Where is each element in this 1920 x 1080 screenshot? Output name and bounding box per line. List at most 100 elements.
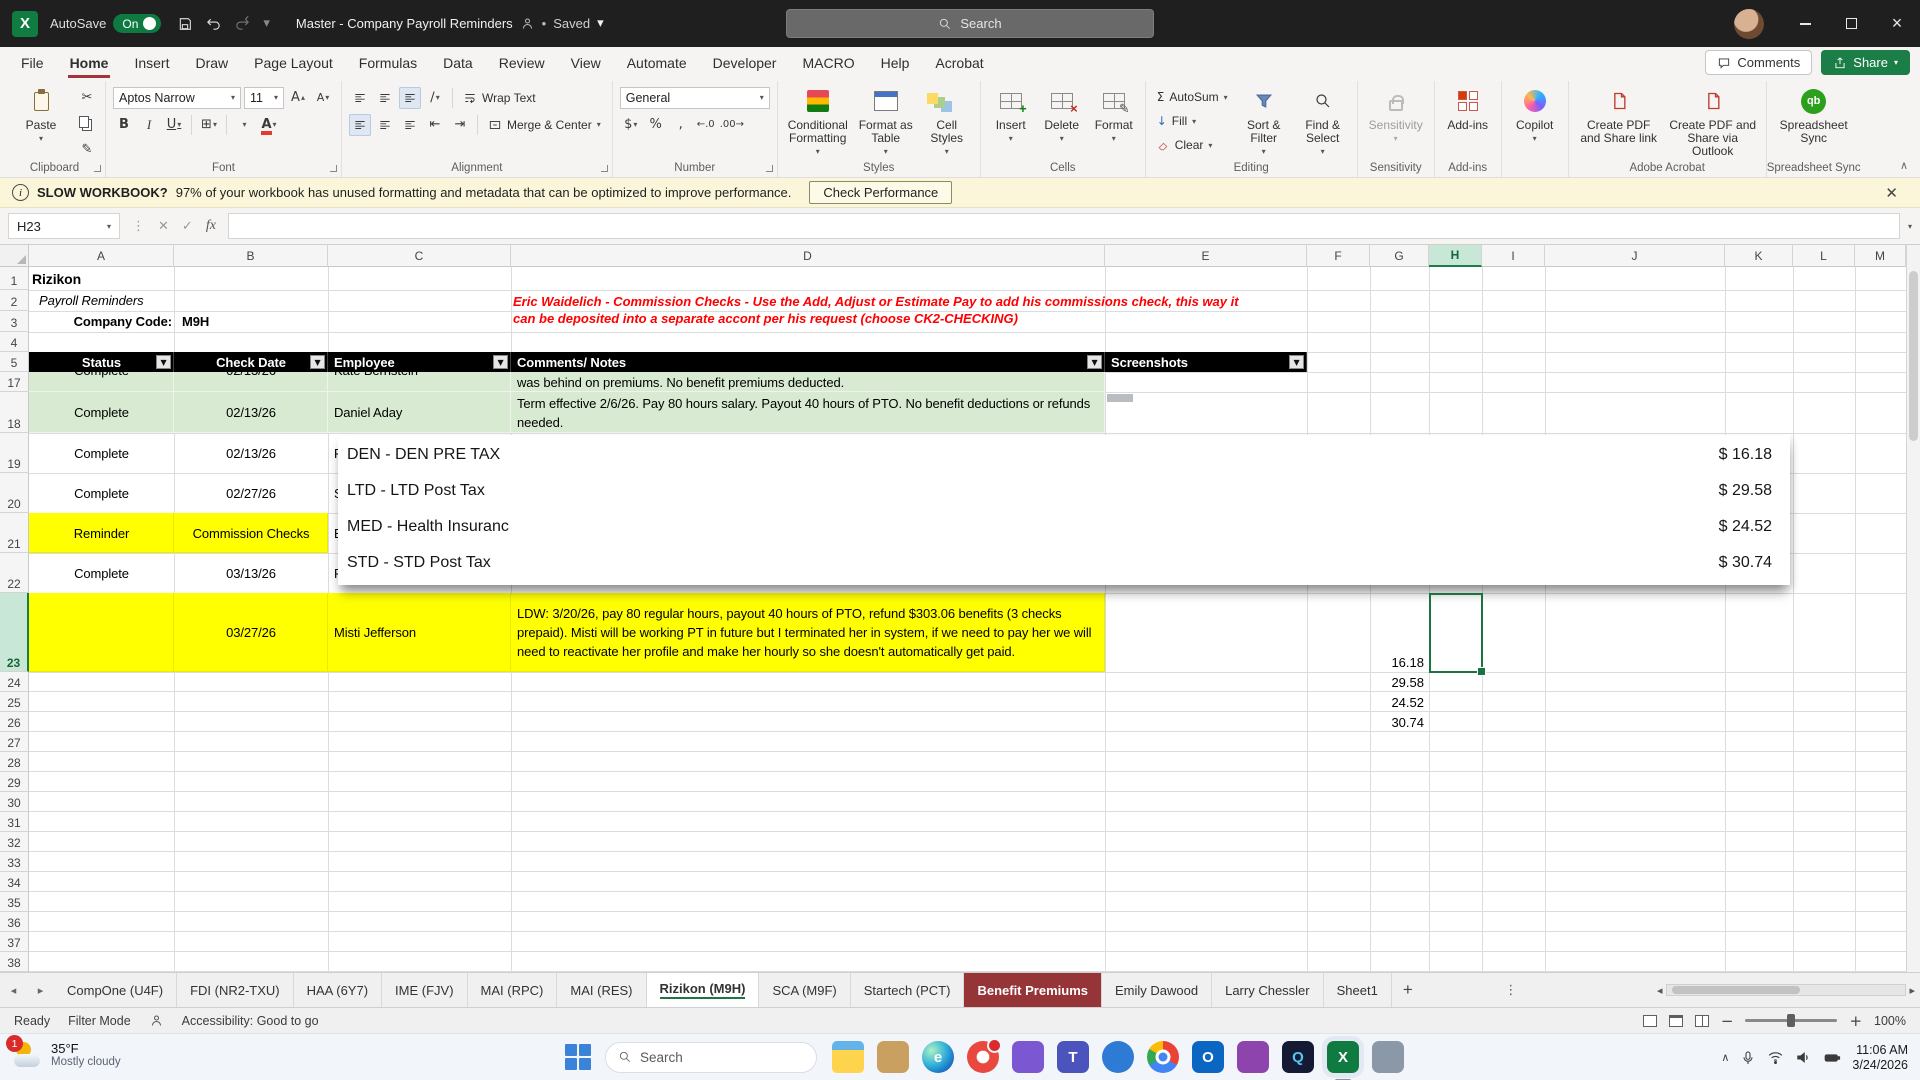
autosum-button[interactable]: ΣAutoSum▾ xyxy=(1153,86,1232,108)
ribbon-tab[interactable]: Draw xyxy=(182,47,241,78)
cell-D17-comment[interactable]: was behind on premiums. No benefit premi… xyxy=(511,372,1105,392)
row-header[interactable]: 38 xyxy=(0,952,29,972)
sheet-tab[interactable]: HAA (6Y7) xyxy=(294,973,382,1007)
formula-input[interactable] xyxy=(228,213,1900,239)
horizontal-scrollbar-thumb[interactable] xyxy=(1672,986,1800,994)
column-header[interactable]: I xyxy=(1482,245,1545,267)
row-header[interactable]: 29 xyxy=(0,772,29,792)
cell-B20-date[interactable]: 02/27/26 xyxy=(174,473,328,513)
align-center-button[interactable] xyxy=(374,114,396,136)
ribbon-tab[interactable]: Acrobat xyxy=(922,47,996,78)
app-violet-icon[interactable] xyxy=(1237,1041,1269,1073)
increase-indent-button[interactable]: ⇥ xyxy=(449,114,471,136)
row-header[interactable]: 4 xyxy=(0,332,29,352)
row-header[interactable]: 24 xyxy=(0,672,29,692)
middle-align-button[interactable] xyxy=(374,87,396,109)
outlook-icon[interactable]: O xyxy=(1192,1041,1224,1073)
sheet-tab[interactable]: MAI (RPC) xyxy=(468,973,558,1007)
decrease-decimal-button[interactable]: .00→ xyxy=(720,114,744,136)
sheet-nav-left-icon[interactable]: ◂ xyxy=(0,973,27,1007)
header-comments[interactable]: Comments/ Notes▼ xyxy=(511,352,1105,372)
column-header[interactable]: F xyxy=(1307,245,1370,267)
document-title-group[interactable]: Master - Company Payroll Reminders • Sav… xyxy=(296,16,604,31)
zoom-out-button[interactable]: − xyxy=(1721,1012,1734,1030)
formula-bar-expand-icon[interactable]: ▾ xyxy=(1908,222,1912,231)
fill-color-button[interactable]: ▾ xyxy=(233,114,255,136)
zoom-level[interactable]: 100% xyxy=(1874,1014,1906,1028)
qat-customize-icon[interactable]: ▾ xyxy=(263,16,270,31)
cell-styles-button[interactable]: Cell Styles ▾ xyxy=(921,83,973,158)
percent-button[interactable]: % xyxy=(645,114,667,136)
cell-B19-date[interactable]: 02/13/26 xyxy=(174,433,328,473)
filter-button-status[interactable]: ▼ xyxy=(156,355,171,369)
italic-button[interactable]: I xyxy=(138,114,160,136)
underline-button[interactable]: U▾ xyxy=(163,114,185,136)
paste-button[interactable]: Paste ▾ xyxy=(11,83,71,145)
column-header[interactable]: M xyxy=(1855,245,1906,267)
conditional-formatting-button[interactable]: Conditional Formatting ▾ xyxy=(785,83,851,158)
vertical-scrollbar[interactable] xyxy=(1906,245,1920,972)
volume-icon[interactable] xyxy=(1795,1049,1812,1066)
microphone-icon[interactable] xyxy=(1740,1050,1756,1066)
cell-B23-date[interactable]: 03/27/26 xyxy=(174,593,328,672)
column-header[interactable]: B xyxy=(174,245,328,267)
restore-button[interactable] xyxy=(1828,0,1874,47)
autosave-toggle[interactable]: On xyxy=(113,14,161,33)
collapse-ribbon-icon[interactable]: ∧ xyxy=(1900,159,1908,172)
column-header[interactable]: H xyxy=(1429,245,1482,267)
comma-button[interactable]: , xyxy=(670,114,692,136)
ribbon-tab[interactable]: Automate xyxy=(614,47,700,78)
undo-icon[interactable] xyxy=(205,15,222,32)
comments-button[interactable]: Comments xyxy=(1705,50,1812,75)
row-header[interactable]: 31 xyxy=(0,812,29,832)
app-red-icon[interactable] xyxy=(967,1041,999,1073)
header-status[interactable]: Status▼ xyxy=(29,352,174,372)
select-all-corner[interactable] xyxy=(0,245,29,266)
sheet-tab[interactable]: Larry Chessler xyxy=(1212,973,1324,1007)
column-header[interactable]: L xyxy=(1793,245,1855,267)
spreadsheet-sync-button[interactable]: qb Spreadsheet Sync xyxy=(1774,83,1854,145)
sheet-tab[interactable]: Startech (PCT) xyxy=(851,973,965,1007)
alignment-dialog-launcher[interactable] xyxy=(601,165,608,172)
accessibility-status[interactable]: Accessibility: Good to go xyxy=(182,1014,319,1028)
cell-A17-status[interactable]: Complete xyxy=(29,372,174,392)
teams-icon[interactable]: T xyxy=(1057,1041,1089,1073)
number-dialog-launcher[interactable] xyxy=(766,165,773,172)
sort-filter-button[interactable]: Sort & Filter ▾ xyxy=(1237,83,1291,158)
filter-button-check-date[interactable]: ▼ xyxy=(310,355,325,369)
chrome-icon[interactable] xyxy=(1147,1041,1179,1073)
sensitivity-button[interactable]: Sensitivity ▾ xyxy=(1365,83,1427,145)
orientation-button[interactable]: ∕▾ xyxy=(424,87,446,109)
column-header[interactable]: E xyxy=(1105,245,1307,267)
cell-B3-company-code[interactable]: M9H xyxy=(174,311,328,332)
sheet-tab-options-icon[interactable]: ⋮ xyxy=(1500,973,1522,1007)
cell-value[interactable]: 29.58 xyxy=(1370,672,1428,692)
column-header[interactable]: J xyxy=(1545,245,1725,267)
row-header[interactable]: 30 xyxy=(0,792,29,812)
wifi-icon[interactable] xyxy=(1767,1049,1784,1066)
notification-close-icon[interactable]: ✕ xyxy=(1885,184,1908,202)
sheet-tab[interactable]: Benefit Premiums xyxy=(964,973,1102,1007)
ribbon-tab[interactable]: Review xyxy=(486,47,558,78)
cell-A2-subtitle[interactable]: Payroll Reminders xyxy=(29,290,279,311)
hscroll-left-icon[interactable]: ◂ xyxy=(1657,984,1663,997)
row-header[interactable]: 21 xyxy=(0,513,29,553)
cell-B21-date[interactable]: Commission Checks xyxy=(174,513,328,553)
font-name-combo[interactable]: Aptos Narrow▾ xyxy=(113,87,241,109)
cell-A18-status[interactable]: Complete xyxy=(29,392,174,433)
sheet-tab[interactable]: Emily Dawood xyxy=(1102,973,1212,1007)
ribbon-tab[interactable]: Data xyxy=(430,47,486,78)
sheet-tab[interactable]: IME (FJV) xyxy=(382,973,468,1007)
sheet-tab[interactable]: CompOne (U4F) xyxy=(54,973,177,1007)
row-header[interactable]: 23 xyxy=(0,593,29,672)
copilot-button[interactable]: Copilot ▾ xyxy=(1509,83,1561,145)
cell-E18-screenshot[interactable] xyxy=(1105,392,1307,433)
cell-B17-date[interactable]: 02/13/26 xyxy=(174,372,328,392)
app-gray-icon[interactable] xyxy=(1372,1041,1404,1073)
row-header[interactable]: 34 xyxy=(0,872,29,892)
copy-button[interactable] xyxy=(76,112,98,134)
ribbon-tab[interactable]: MACRO xyxy=(789,47,867,78)
insert-function-icon[interactable]: fx xyxy=(206,218,216,234)
save-icon[interactable] xyxy=(177,16,193,32)
row-header[interactable]: 28 xyxy=(0,752,29,772)
